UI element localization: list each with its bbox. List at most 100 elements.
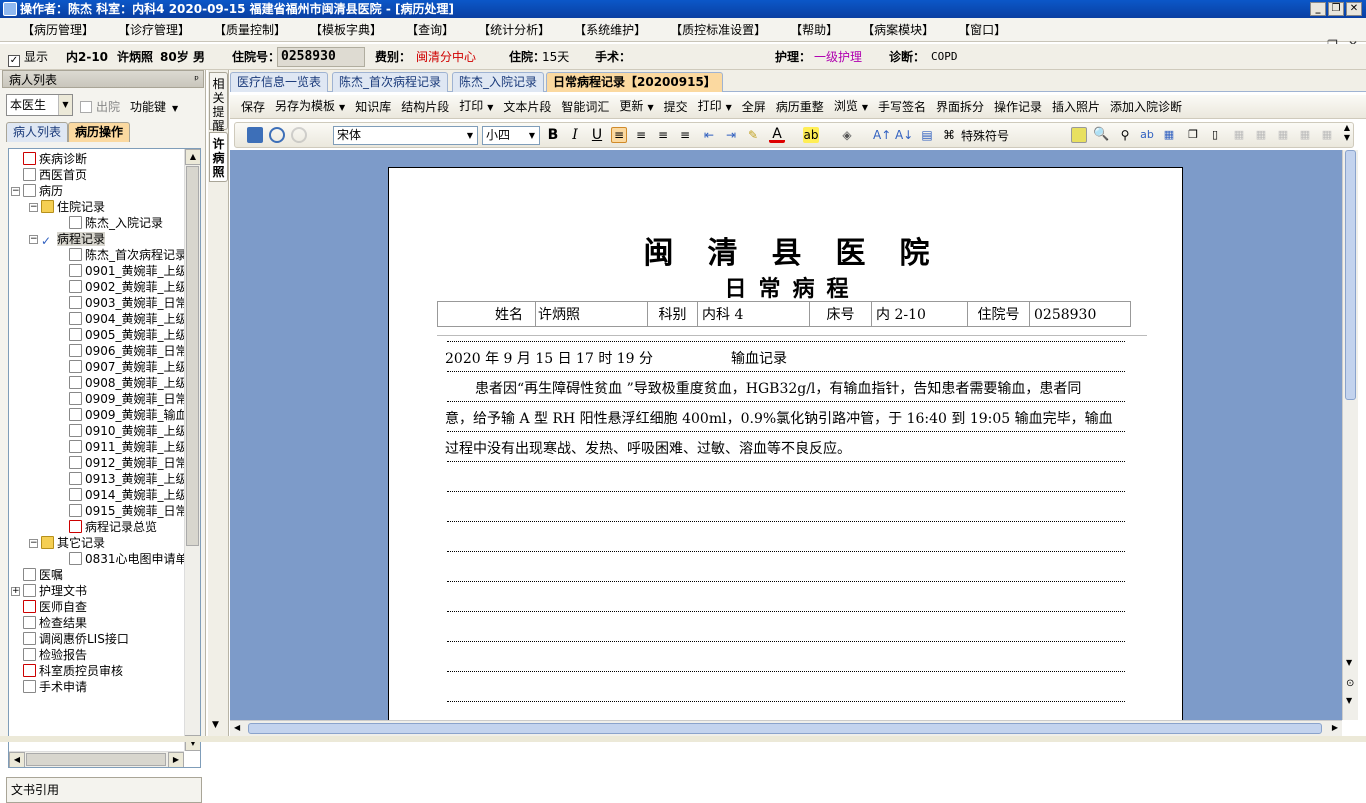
shrink-font-icon[interactable]: A↓: [895, 127, 913, 143]
tree-node[interactable]: 0905_黄婉菲_上级: [69, 327, 188, 343]
dropdown-arrow-icon[interactable]: ▼: [487, 103, 493, 112]
dropdown-arrow-icon[interactable]: ▼: [726, 103, 732, 112]
save-icon[interactable]: [247, 127, 263, 143]
special-symbol-button[interactable]: 特殊符号: [961, 127, 1009, 144]
menu-qc-standards[interactable]: 【质控标准设置】: [658, 18, 778, 42]
tree-node[interactable]: 疾病诊断: [23, 151, 87, 167]
collapse-icon[interactable]: −: [11, 187, 20, 196]
collapse-icon[interactable]: −: [29, 203, 38, 212]
align-center-icon[interactable]: ≡: [633, 127, 649, 143]
collapse-icon[interactable]: −: [29, 539, 38, 548]
tree-node[interactable]: 0908_黄婉菲_上级: [69, 375, 188, 391]
scroll-left-icon[interactable]: ◀: [9, 752, 25, 767]
scroll-up-icon[interactable]: ▲: [185, 149, 200, 165]
tree-node[interactable]: 0909_黄婉菲_日常: [69, 391, 188, 407]
scroll-thumb[interactable]: [1345, 150, 1356, 400]
tree-node[interactable]: 护理文书: [23, 583, 87, 599]
tab-patient-photo[interactable]: 许病照: [209, 132, 228, 182]
function-key-menu[interactable]: 功能键 ▼: [130, 98, 178, 115]
indent-decrease-icon[interactable]: ⇤: [701, 127, 717, 143]
dropdown-arrow-icon[interactable]: ▼: [647, 103, 653, 112]
toolbar-button-6[interactable]: 智能词汇: [556, 96, 614, 118]
font-color-icon[interactable]: A: [769, 127, 785, 143]
justify-icon[interactable]: ≡: [677, 127, 693, 143]
tree-node[interactable]: ✓ 病程记录: [41, 231, 106, 248]
dropdown-arrow-icon[interactable]: ▼: [339, 103, 345, 112]
tree-node[interactable]: 检验报告: [23, 647, 87, 663]
tab-daily-course-record[interactable]: 日常病程记录【20200915】: [546, 72, 723, 92]
toolbar-button-1[interactable]: 另存为模板 ▼: [270, 95, 350, 119]
tree-node[interactable]: 病历: [23, 183, 63, 199]
tree-node[interactable]: 0903_黄婉菲_日常: [69, 295, 188, 311]
tree-node[interactable]: 0911_黄婉菲_上级: [69, 439, 188, 455]
highlight-icon[interactable]: ab: [803, 127, 819, 143]
tab-patient-list[interactable]: 病人列表: [6, 122, 69, 142]
find-icon[interactable]: ⚲: [1117, 127, 1133, 143]
tree-node[interactable]: 陈杰_首次病程记录: [69, 247, 187, 263]
special-symbol-icon[interactable]: ⌘: [941, 127, 957, 143]
toolbar-button-0[interactable]: 保存: [236, 96, 270, 118]
scroll-down-icon[interactable]: ▼: [212, 720, 219, 730]
tree-node[interactable]: 0909_黄婉菲_输血: [69, 407, 188, 423]
tab-medical-info-overview[interactable]: 医疗信息一览表: [230, 72, 329, 92]
close-button[interactable]: ✕: [1346, 2, 1362, 16]
tree-node[interactable]: 病程记录总览: [69, 519, 157, 535]
toolbar-button-10[interactable]: 全屏: [737, 96, 771, 118]
tree-node[interactable]: 0902_黄婉菲_上级: [69, 279, 188, 295]
dropdown-arrow-icon[interactable]: ▼: [862, 103, 868, 112]
fill-color-icon[interactable]: ◈: [839, 127, 855, 143]
tree-node[interactable]: 0915_黄婉菲_日常: [69, 503, 188, 519]
tree-node[interactable]: 0914_黄婉菲_上级: [69, 487, 188, 503]
doctor-filter-select[interactable]: 本医生 ▼: [6, 94, 73, 116]
bold-icon[interactable]: B: [545, 127, 561, 143]
toolbar-button-15[interactable]: 操作记录: [989, 96, 1047, 118]
menu-template-dictionary[interactable]: 【模板字典】: [298, 18, 394, 42]
tree-node[interactable]: 0901_黄婉菲_上级: [69, 263, 188, 279]
font-size-select[interactable]: 小四 ▼: [482, 126, 540, 145]
insert-field-icon[interactable]: ▤: [919, 127, 935, 143]
tree-node[interactable]: 0910_黄婉菲_上级: [69, 423, 188, 439]
document-citation-panel[interactable]: 文书引用: [6, 777, 202, 803]
tree-node[interactable]: 0907_黄婉菲_上级: [69, 359, 188, 375]
tree-node[interactable]: 西医首页: [23, 167, 87, 183]
tree-node[interactable]: 0831心电图申请单: [69, 551, 188, 567]
tree-node[interactable]: 0904_黄婉菲_上级: [69, 311, 188, 327]
tree-node[interactable]: 调阅惠侨LIS接口: [23, 631, 129, 647]
italic-icon[interactable]: I: [567, 127, 583, 143]
table-insert-icon[interactable]: ▦: [1231, 127, 1247, 143]
page-up-icon[interactable]: ⊙: [1346, 678, 1354, 689]
toolbar-button-14[interactable]: 界面拆分: [931, 96, 989, 118]
tab-admission-record[interactable]: 陈杰_入院记录: [452, 72, 545, 92]
table-icon[interactable]: ▦: [1161, 127, 1177, 143]
tree-horizontal-scrollbar[interactable]: ◀ ▶: [9, 751, 184, 767]
tree-node[interactable]: 医嘱: [23, 567, 63, 583]
toolbar-button-4[interactable]: 打印 ▼: [454, 95, 498, 119]
underline-icon[interactable]: U: [589, 127, 605, 143]
replace-icon[interactable]: ab: [1139, 127, 1155, 143]
toolbar-button-11[interactable]: 病历重整: [771, 96, 829, 118]
tree-node[interactable]: 0913_黄婉菲_上级: [69, 471, 188, 487]
format-brush-icon[interactable]: ✎: [745, 127, 761, 143]
menu-query[interactable]: 【查询】: [394, 18, 466, 42]
tree-node[interactable]: 0906_黄婉菲_日常: [69, 343, 188, 359]
tab-first-course-record[interactable]: 陈杰_首次病程记录: [332, 72, 449, 92]
grow-font-icon[interactable]: A↑: [873, 127, 891, 143]
toolbar-overflow-icon[interactable]: ▲ ▼: [1344, 123, 1350, 143]
scroll-thumb[interactable]: [26, 753, 166, 766]
pin-icon[interactable]: ᵖ: [194, 71, 199, 89]
tree-node[interactable]: 手术申请: [23, 679, 87, 695]
font-family-select[interactable]: 宋体 ▼: [333, 126, 478, 145]
undo-icon[interactable]: [269, 127, 285, 143]
menu-treatment-management[interactable]: 【诊疗管理】: [106, 18, 202, 42]
menu-case-module[interactable]: 【病案模块】: [850, 18, 946, 42]
toolbar-button-5[interactable]: 文本片段: [498, 96, 556, 118]
tree-node[interactable]: 住院记录: [41, 199, 105, 215]
toolbar-button-9[interactable]: 打印 ▼: [693, 95, 737, 119]
show-checkbox[interactable]: ✓ 显示: [8, 44, 48, 70]
toolbar-button-13[interactable]: 手写签名: [873, 96, 931, 118]
copy-icon[interactable]: ❐: [1185, 127, 1201, 143]
scroll-right-icon[interactable]: ▶: [168, 752, 184, 767]
toolbar-button-7[interactable]: 更新 ▼: [614, 95, 658, 119]
editor-horizontal-scrollbar[interactable]: ◀ ▶: [230, 720, 1342, 736]
redo-icon[interactable]: [291, 127, 307, 143]
